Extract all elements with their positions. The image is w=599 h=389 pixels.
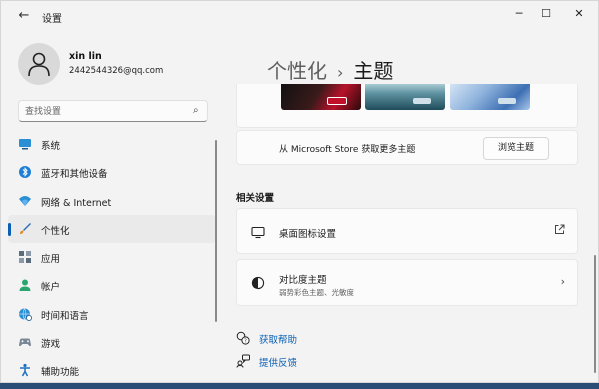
- chevron-right-icon: ›: [560, 275, 565, 288]
- person-icon: [28, 52, 50, 77]
- sidebar-item-accounts[interactable]: 帐户: [8, 271, 216, 299]
- wifi-icon: [19, 195, 31, 206]
- desktop-icon: [251, 226, 265, 239]
- card-title: 桌面图标设置: [279, 229, 337, 240]
- search-box[interactable]: ⌕: [18, 100, 208, 122]
- arrow-left-icon: ←: [18, 8, 30, 23]
- help-icon: ?: [236, 331, 250, 345]
- store-themes-label: 从 Microsoft Store 获取更多主题: [279, 145, 416, 155]
- sidebar-item-system[interactable]: 系统: [8, 130, 216, 158]
- main-scrollbar[interactable]: [594, 255, 596, 373]
- store-themes-row: 从 Microsoft Store 获取更多主题 浏览主题: [236, 130, 578, 165]
- sidebar-item-label: 帐户: [41, 282, 61, 294]
- theme-gallery: [236, 84, 578, 128]
- sidebar-item-label: 游戏: [41, 339, 61, 351]
- sidebar-item-gaming[interactable]: 游戏: [8, 328, 216, 356]
- sidebar-item-label: 系统: [41, 141, 61, 152]
- globe-clock-icon: [19, 308, 32, 321]
- brush-icon: [20, 222, 31, 234]
- main-content: 从 Microsoft Store 获取更多主题 浏览主题 相关设置 桌面图标设…: [236, 84, 578, 382]
- page-title: 个性化 › 主题: [267, 55, 393, 84]
- card-subtitle: 弱势彩色主题、光敏度: [279, 288, 354, 297]
- theme-thumbnail[interactable]: [365, 84, 445, 110]
- sidebar-item-personalization[interactable]: 个性化: [8, 214, 216, 244]
- accessibility-icon: [20, 364, 30, 377]
- apps-icon: [19, 251, 31, 264]
- sidebar-item-time-language[interactable]: 时间和语言: [8, 300, 216, 328]
- sidebar-item-accessibility[interactable]: 辅助功能: [8, 356, 216, 382]
- settings-window: ← 设置 ─ ☐ ✕ xin lin 2442544326@qq.com ⌕ 系…: [0, 0, 599, 383]
- bluetooth-icon: [19, 166, 31, 179]
- contrast-icon: [251, 276, 265, 290]
- maximize-button[interactable]: ☐: [532, 4, 560, 24]
- external-link-icon: [554, 224, 565, 238]
- related-settings-heading: 相关设置: [236, 193, 275, 204]
- sidebar-item-label: 个性化: [41, 225, 70, 237]
- breadcrumb-parent[interactable]: 个性化: [267, 59, 327, 83]
- sidebar-item-bluetooth[interactable]: 蓝牙和其他设备: [8, 158, 216, 186]
- breadcrumb-current: 主题: [353, 59, 394, 83]
- sidebar-item-label: 网络 & Internet: [41, 197, 112, 209]
- sidebar-item-label: 蓝牙和其他设备: [41, 169, 108, 181]
- sidebar-item-network[interactable]: 网络 & Internet: [8, 187, 216, 215]
- theme-thumbnail[interactable]: [281, 84, 361, 110]
- user-name: xin lin: [69, 51, 102, 62]
- theme-accent-swatch: [413, 98, 431, 104]
- title-bar: ← 设置 ─ ☐ ✕: [1, 1, 598, 31]
- theme-accent-swatch: [498, 98, 516, 104]
- user-email: 2442544326@qq.com: [69, 66, 164, 76]
- contrast-themes-card[interactable]: 对比度主题 弱势彩色主题、光敏度 ›: [236, 259, 578, 306]
- svg-text:?: ?: [244, 338, 247, 344]
- sidebar-item-label: 应用: [41, 254, 61, 266]
- feedback-icon: [236, 354, 250, 368]
- breadcrumb-separator: ›: [337, 63, 344, 82]
- theme-accent-swatch: [327, 97, 347, 105]
- account-icon: [19, 279, 31, 292]
- link-label: 获取帮助: [259, 335, 298, 346]
- app-title: 设置: [42, 14, 62, 25]
- link-label: 提供反馈: [259, 358, 298, 369]
- sidebar-item-label: 辅助功能: [41, 367, 80, 379]
- search-icon[interactable]: ⌕: [193, 105, 199, 116]
- theme-thumbnail[interactable]: [450, 84, 530, 110]
- minimize-button[interactable]: ─: [505, 4, 533, 24]
- sidebar-item-label: 时间和语言: [41, 310, 89, 322]
- sidebar-item-apps[interactable]: 应用: [8, 243, 216, 271]
- card-title: 对比度主题: [279, 275, 327, 286]
- back-button[interactable]: ←: [15, 7, 33, 25]
- search-input[interactable]: [25, 104, 185, 119]
- desktop-icon-settings-card[interactable]: 桌面图标设置: [236, 208, 578, 254]
- sidebar-nav: 系统 蓝牙和其他设备 网络 & Internet 个性化 应用 帐户 时间和语言…: [8, 130, 216, 382]
- sidebar-scrollbar[interactable]: [215, 140, 217, 322]
- gamepad-icon: [19, 338, 31, 347]
- browse-themes-button[interactable]: 浏览主题: [483, 137, 549, 160]
- avatar[interactable]: [18, 43, 60, 85]
- monitor-icon: [19, 139, 31, 150]
- close-button[interactable]: ✕: [565, 4, 593, 24]
